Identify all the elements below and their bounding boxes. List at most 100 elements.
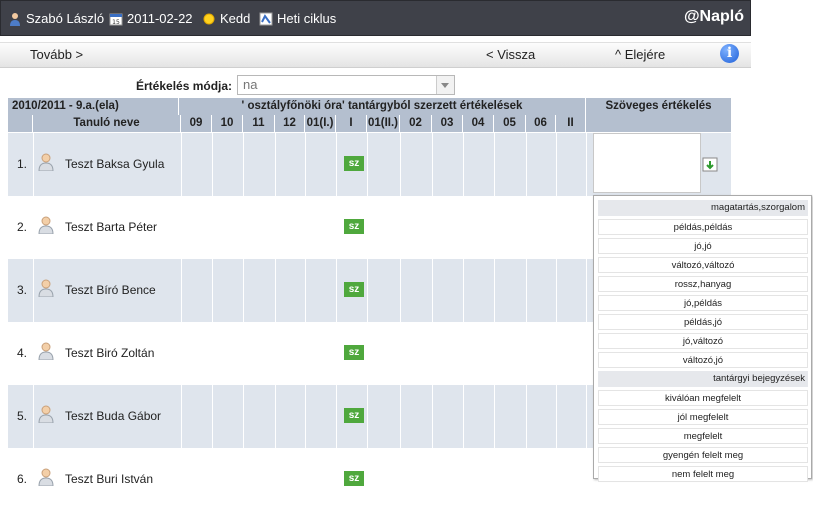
info-icon[interactable]: i [720,44,739,63]
cell-divider [432,385,433,448]
sz-button[interactable]: sz [344,408,364,423]
cell-divider [33,385,34,448]
svg-text:15: 15 [112,19,120,26]
cell-divider [586,133,587,196]
dropdown-option[interactable]: példás,példás [598,219,808,235]
cell-divider [336,133,337,196]
student-name[interactable]: Teszt Buri István [65,472,153,486]
cell-divider [463,385,464,448]
cell-divider [367,385,368,448]
student-avatar-icon [38,279,54,297]
app-brand: @Napló [683,8,744,25]
calendar-icon: 15 [109,13,123,26]
cell-divider [400,385,401,448]
forward-link[interactable]: Tovább > [30,47,83,62]
insert-text-icon[interactable] [702,157,718,172]
student-name[interactable]: Teszt Baksa Gyula [65,157,164,171]
dropdown-option[interactable]: kiválóan megfelelt [598,390,808,406]
top-link[interactable]: ^ Elejére [615,47,665,62]
class-label: 2010/2011 - 9.a.(ela) [8,98,179,115]
cell-divider [212,385,213,448]
student-name[interactable]: Teszt Barta Péter [65,220,157,234]
month-header: 01(I.) [305,115,336,132]
month-header: 02 [400,115,432,132]
dropdown-option[interactable]: megfelelt [598,428,808,444]
dropdown-option[interactable]: rossz,hanyag [598,276,808,292]
row-number: 1. [17,157,28,171]
row-number: 3. [17,283,28,297]
user-info: Szabó László [8,11,104,26]
dropdown-option[interactable]: változó,változó [598,257,808,273]
dropdown-option[interactable]: példás,jó [598,314,808,330]
sz-button[interactable]: sz [344,345,364,360]
cell-divider [494,385,495,448]
sz-button[interactable]: sz [344,282,364,297]
chevron-down-icon[interactable] [436,76,454,94]
user-icon [10,12,20,26]
month-header: II [556,115,586,132]
cell-divider [586,385,587,448]
student-avatar-icon [38,216,54,234]
cell-divider [367,259,368,322]
cell-divider [526,133,527,196]
user-name: Szabó László [26,11,105,26]
cell-divider [494,133,495,196]
text-eval-header: Szöveges értékelés [586,98,731,115]
dropdown-option[interactable]: jó,példás [598,295,808,311]
cell-divider [556,133,557,196]
cell-divider [243,133,244,196]
cell-divider [275,133,276,196]
cell-divider [526,385,527,448]
student-name[interactable]: Teszt Bíró Bence [65,283,156,297]
cell-divider [432,259,433,322]
cell-divider [33,133,34,196]
sun-icon [203,13,215,24]
cell-divider [275,259,276,322]
cell-divider [181,133,182,196]
back-link[interactable]: < Vissza [486,47,535,62]
cell-divider [305,259,306,322]
cell-divider [556,385,557,448]
month-header: 10 [212,115,243,132]
dropdown-option[interactable]: gyengén felelt meg [598,447,808,463]
student-avatar-icon [38,468,54,486]
name-header: Tanuló neve [33,115,181,132]
cell-divider [432,133,433,196]
cell-divider [400,133,401,196]
sz-button[interactable]: sz [344,219,364,234]
num-header [8,115,33,132]
dropdown-group-header: magatartás,szorgalom [598,200,808,216]
student-name[interactable]: Teszt Buda Gábor [65,409,161,423]
sz-button[interactable]: sz [344,471,364,486]
student-avatar-icon [38,153,54,171]
cell-divider [33,259,34,322]
subject-header: ' osztályfőnöki óra' tantárgyból szerzet… [179,98,586,115]
cycle-info: Heti ciklus [259,11,336,26]
month-header: 05 [494,115,526,132]
cell-divider [275,385,276,448]
dropdown-option[interactable]: nem felelt meg [598,466,808,482]
cell-divider [212,259,213,322]
month-header: 11 [243,115,275,132]
row-number: 6. [17,472,28,486]
dropdown-option[interactable]: jó,jó [598,238,808,254]
text-eval-input[interactable] [593,133,701,193]
eval-mode-value: na [243,77,258,92]
cell-divider [181,385,182,448]
cycle-label: Heti ciklus [277,11,337,26]
sz-button[interactable]: sz [344,156,364,171]
student-name[interactable]: Teszt Biró Zoltán [65,346,154,360]
date-info: 15 2011-02-22 [109,11,193,26]
row-number: 4. [17,346,28,360]
day-info: Kedd [202,11,250,26]
row-number: 2. [17,220,28,234]
student-avatar-icon [38,342,54,360]
eval-mode-select[interactable]: na [237,75,455,95]
cell-divider [526,259,527,322]
cell-divider [367,133,368,196]
dropdown-option[interactable]: változó,jó [598,352,808,368]
dropdown-group-header: tantárgyi bejegyzések [598,371,808,387]
dropdown-option[interactable]: jó,változó [598,333,808,349]
top-bar: Szabó László 15 2011-02-22 Kedd Heti cik… [0,0,751,36]
dropdown-option[interactable]: jól megfelelt [598,409,808,425]
